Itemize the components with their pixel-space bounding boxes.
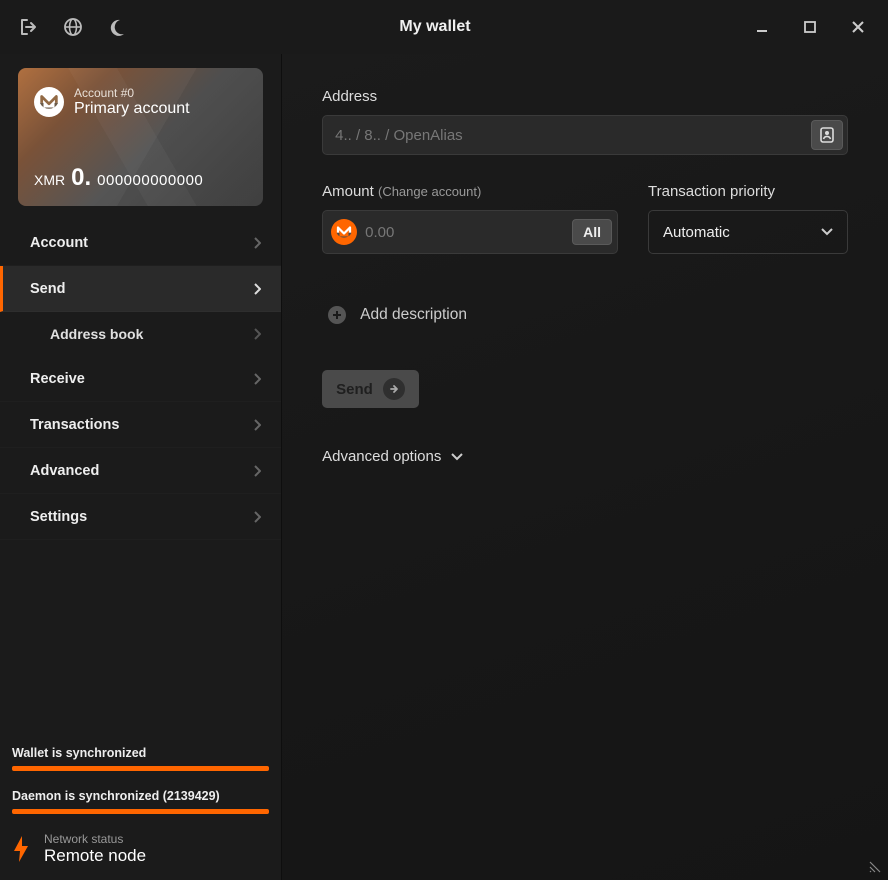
nav-label: Transactions <box>30 417 119 433</box>
send-panel: Address Amount (Change account) All <box>282 54 888 880</box>
balance-currency: XMR <box>34 172 65 188</box>
send-button-label: Send <box>336 381 373 398</box>
address-book-button[interactable] <box>811 120 843 150</box>
add-description-label: Add description <box>360 306 467 324</box>
moon-icon[interactable] <box>106 16 128 38</box>
nav-label: Account <box>30 235 88 251</box>
network-status-value: Remote node <box>44 846 146 866</box>
chevron-right-icon <box>253 328 261 340</box>
account-name: Primary account <box>74 100 190 118</box>
logout-icon[interactable] <box>18 16 40 38</box>
amount-all-button[interactable]: All <box>572 219 612 245</box>
arrow-right-icon <box>383 378 405 400</box>
nav-receive[interactable]: Receive <box>0 356 281 402</box>
nav-advanced[interactable]: Advanced <box>0 448 281 494</box>
daemon-sync-progress <box>12 809 269 814</box>
advanced-options-label: Advanced options <box>322 448 441 465</box>
nav-label: Send <box>30 281 65 297</box>
account-number: Account #0 <box>74 86 190 100</box>
monero-icon <box>331 219 357 245</box>
nav-send[interactable]: Send <box>0 266 281 312</box>
daemon-sync-status: Daemon is synchronized (2139429) <box>12 789 269 803</box>
chevron-right-icon <box>253 237 261 249</box>
balance: XMR 0. 000000000000 <box>34 164 203 192</box>
send-button[interactable]: Send <box>322 370 419 408</box>
titlebar: My wallet <box>0 0 888 54</box>
resize-handle-icon[interactable] <box>868 860 882 874</box>
nav-label: Receive <box>30 371 85 387</box>
advanced-options-toggle[interactable]: Advanced options <box>322 448 848 465</box>
chevron-down-icon <box>451 453 463 461</box>
bolt-icon <box>12 835 30 863</box>
priority-label: Transaction priority <box>648 183 848 200</box>
address-label: Address <box>322 88 848 105</box>
account-card[interactable]: Account #0 Primary account XMR 0. 000000… <box>18 68 263 206</box>
add-description-button[interactable]: Add description <box>322 306 848 324</box>
priority-value: Automatic <box>663 224 730 241</box>
nav-account[interactable]: Account <box>0 220 281 266</box>
change-account-link[interactable]: (Change account) <box>378 184 481 199</box>
nav-transactions[interactable]: Transactions <box>0 402 281 448</box>
maximize-button[interactable] <box>790 11 830 43</box>
amount-label: Amount (Change account) <box>322 183 618 200</box>
nav-label: Advanced <box>30 463 99 479</box>
chevron-right-icon <box>253 511 261 523</box>
network-status-label: Network status <box>44 832 146 846</box>
nav-label: Settings <box>30 509 87 525</box>
nav-label: Address book <box>50 326 143 342</box>
nav-address-book[interactable]: Address book <box>0 312 281 356</box>
address-input-row <box>322 115 848 155</box>
balance-integer: 0. <box>71 164 91 192</box>
chevron-right-icon <box>253 373 261 385</box>
sidebar: Account #0 Primary account XMR 0. 000000… <box>0 54 282 880</box>
chevron-right-icon <box>253 465 261 477</box>
wallet-sync-status: Wallet is synchronized <box>12 746 269 760</box>
minimize-button[interactable] <box>742 11 782 43</box>
amount-input[interactable] <box>365 224 564 241</box>
chevron-right-icon <box>253 419 261 431</box>
globe-icon[interactable] <box>62 16 84 38</box>
balance-decimal: 000000000000 <box>97 172 203 189</box>
chevron-down-icon <box>821 228 833 236</box>
monero-logo-icon <box>34 87 64 117</box>
plus-icon <box>328 306 346 324</box>
window-title: My wallet <box>128 18 742 36</box>
nav-settings[interactable]: Settings <box>0 494 281 540</box>
close-button[interactable] <box>838 11 878 43</box>
priority-select[interactable]: Automatic <box>648 210 848 254</box>
chevron-right-icon <box>253 283 261 295</box>
address-input[interactable] <box>335 127 811 144</box>
amount-input-row: All <box>322 210 618 254</box>
network-status[interactable]: Network status Remote node <box>12 832 269 866</box>
wallet-sync-progress <box>12 766 269 771</box>
